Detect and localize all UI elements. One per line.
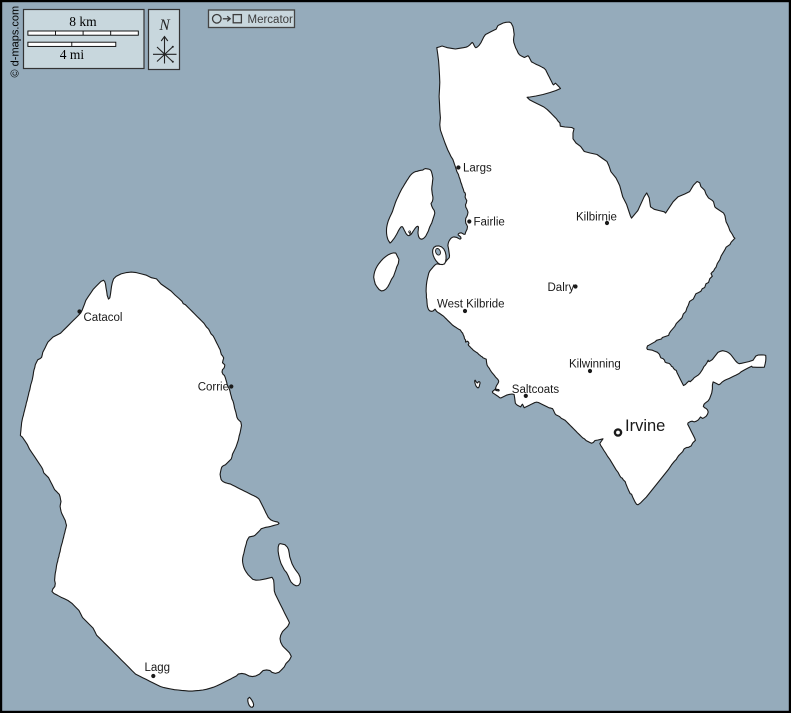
svg-text:Irvine: Irvine <box>625 417 665 435</box>
svg-text:West Kilbride: West Kilbride <box>437 299 505 311</box>
svg-text:N: N <box>158 17 171 34</box>
svg-text:Mercator: Mercator <box>248 14 294 26</box>
svg-text:Corrie: Corrie <box>198 382 229 394</box>
svg-text:Lagg: Lagg <box>145 662 171 674</box>
svg-text:Fairlie: Fairlie <box>474 217 505 229</box>
svg-text:8 km: 8 km <box>69 14 97 29</box>
svg-text:4 mi: 4 mi <box>60 47 85 62</box>
svg-text:© d-maps.com: © d-maps.com <box>10 6 22 78</box>
svg-text:Catacol: Catacol <box>84 312 123 324</box>
svg-text:Kilbirnie: Kilbirnie <box>576 212 617 224</box>
svg-text:Kilwinning: Kilwinning <box>569 359 621 371</box>
svg-text:Saltcoats: Saltcoats <box>512 384 560 396</box>
svg-text:Dalry: Dalry <box>548 282 575 294</box>
svg-text:Largs: Largs <box>463 163 492 175</box>
